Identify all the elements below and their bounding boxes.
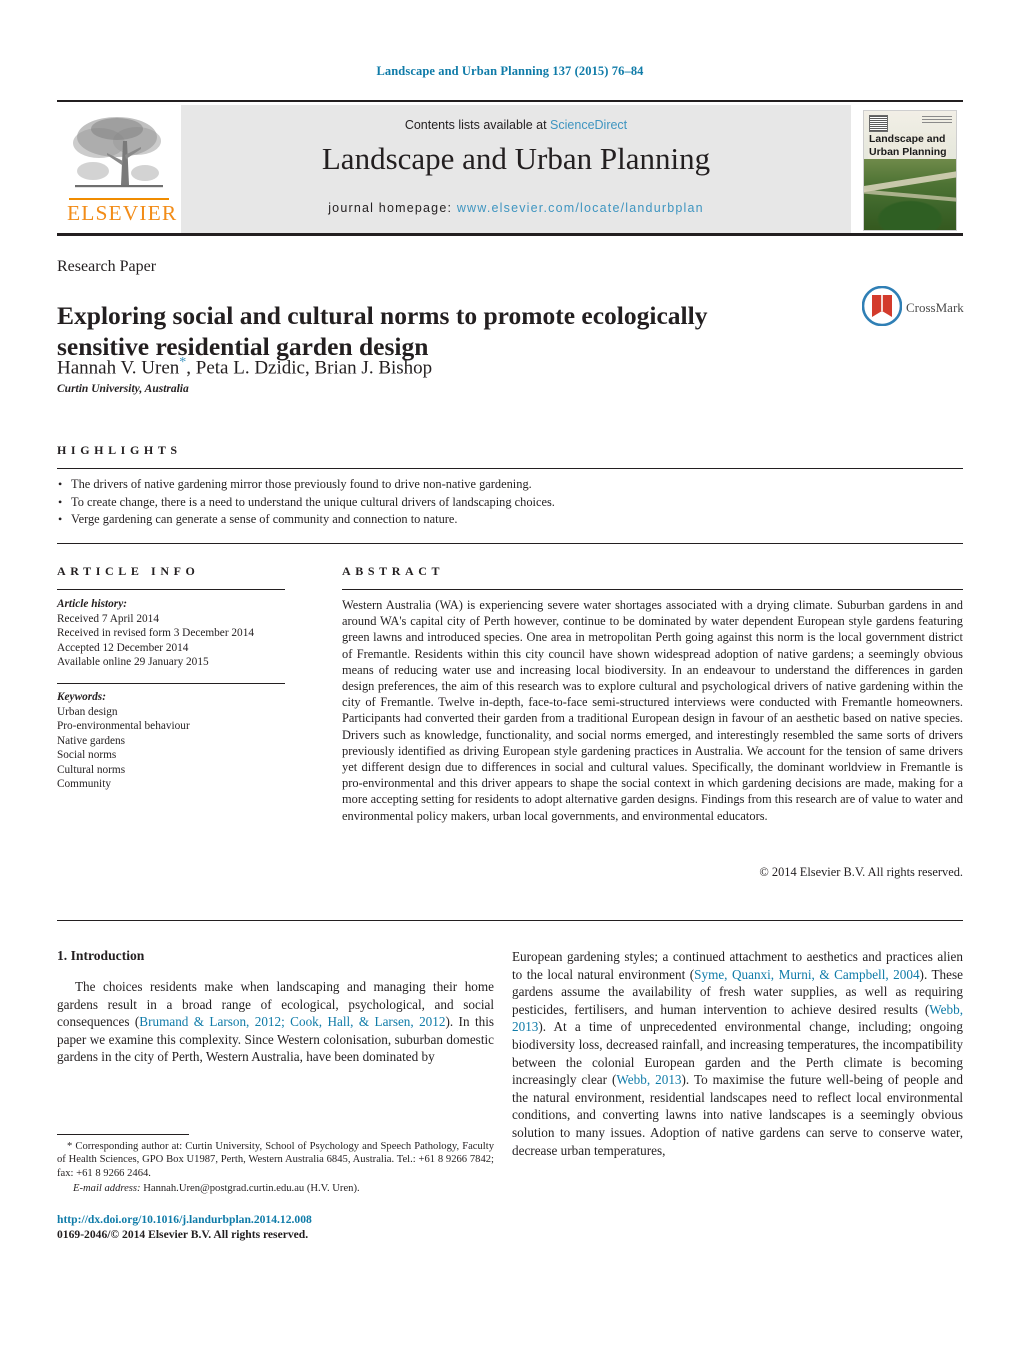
body-column-left: 1. Introduction The choices residents ma… xyxy=(57,948,494,1066)
keyword-item: Community xyxy=(57,778,111,790)
article-info-heading: ARTICLE INFO xyxy=(57,564,200,578)
cover-title-line2: Urban Planning xyxy=(868,146,948,159)
journal-cover-thumbnail: Landscape and Urban Planning xyxy=(851,105,963,233)
elsevier-tree-icon xyxy=(73,117,163,188)
page-title: Exploring social and cultural norms to p… xyxy=(57,301,708,362)
crossmark-icon xyxy=(862,286,902,326)
doi-link[interactable]: http://dx.doi.org/10.1016/j.landurbplan.… xyxy=(57,1212,494,1227)
intro-paragraph-left: The choices residents make when landscap… xyxy=(57,978,494,1066)
sciencedirect-link[interactable]: ScienceDirect xyxy=(550,118,627,132)
elsevier-logo: ELSEVIER xyxy=(57,105,181,233)
body-column-right: European gardening styles; a continued a… xyxy=(512,948,963,1159)
crossmark-badge[interactable]: CrossMark xyxy=(862,286,964,330)
citation-link[interactable]: Brumand & Larson, 2012; Cook, Hall, & La… xyxy=(139,1014,445,1029)
journal-title: Landscape and Urban Planning xyxy=(321,141,711,176)
contents-prefix: Contents lists available at xyxy=(404,118,551,132)
history-online: Available online 29 January 2015 xyxy=(57,656,209,668)
footnote-block: * Corresponding author at: Curtin Univer… xyxy=(57,1140,494,1196)
contents-line: Contents lists available at ScienceDirec… xyxy=(181,118,851,132)
keyword-item: Urban design xyxy=(57,705,118,718)
highlights-list: The drivers of native gardening mirror t… xyxy=(57,476,963,529)
email-line: E-mail address: Hannah.Uren@postgrad.cur… xyxy=(57,1182,494,1195)
list-item: The drivers of native gardening mirror t… xyxy=(57,476,963,494)
abstract-bottom-rule xyxy=(57,920,963,921)
article-info-rule xyxy=(57,589,285,590)
affiliation: Curtin University, Australia xyxy=(57,383,189,395)
cover-image: Landscape and Urban Planning xyxy=(863,110,957,231)
keywords-label: Keywords: xyxy=(57,691,106,703)
article-history-label: Article history: xyxy=(57,598,127,610)
issn-copyright: 0169-2046/© 2014 Elsevier B.V. All right… xyxy=(57,1228,309,1241)
cover-title-line1: Landscape and xyxy=(868,133,947,146)
email-link[interactable]: Hannah.Uren@postgrad.curtin.edu.au xyxy=(143,1183,304,1194)
corresponding-author-note: * Corresponding author at: Curtin Univer… xyxy=(57,1141,494,1179)
abstract-heading: ABSTRACT xyxy=(342,564,445,578)
crossmark-label: CrossMark xyxy=(906,300,964,315)
article-history: Article history: Received 7 April 2014 R… xyxy=(57,597,297,670)
section-heading-introduction: 1. Introduction xyxy=(57,948,145,963)
abstract-text: Western Australia (WA) is experiencing s… xyxy=(342,598,963,823)
footnote-rule xyxy=(57,1134,189,1135)
intro-paragraph-right: European gardening styles; a continued a… xyxy=(512,948,963,1159)
list-item: To create change, there is a need to und… xyxy=(57,494,963,512)
cover-elsevier-mark-icon xyxy=(869,115,888,132)
keyword-item: Social norms xyxy=(57,749,117,761)
author-rest: , Peta L. Dzidic, Brian J. Bishop xyxy=(186,357,433,379)
journal-masthead: ELSEVIER Contents lists available at Sci… xyxy=(57,100,963,236)
history-revised: Received in revised form 3 December 2014 xyxy=(57,627,254,639)
homepage-url-link[interactable]: www.elsevier.com/locate/landurbplan xyxy=(457,201,704,215)
history-accepted: Accepted 12 December 2014 xyxy=(57,641,189,654)
journal-banner: Contents lists available at ScienceDirec… xyxy=(181,105,851,233)
elsevier-wordmark: ELSEVIER xyxy=(67,201,178,225)
author-list: Hannah V. Uren*, Peta L. Dzidic, Brian J… xyxy=(57,355,817,379)
cover-title: Landscape and Urban Planning xyxy=(868,133,954,159)
elsevier-divider xyxy=(69,198,169,200)
email-suffix: (H.V. Uren). xyxy=(306,1183,360,1195)
homepage-label: journal homepage: xyxy=(328,201,457,215)
running-head: Landscape and Urban Planning 137 (2015) … xyxy=(376,64,644,78)
author-first: Hannah V. Uren xyxy=(57,357,180,379)
article-type-label: Research Paper xyxy=(57,258,157,275)
keyword-item: Pro-environmental behaviour xyxy=(57,720,190,732)
keyword-item: Cultural norms xyxy=(57,763,126,776)
citation-link[interactable]: Webb, 2013 xyxy=(616,1072,681,1087)
highlights-rule-bottom xyxy=(57,543,963,544)
journal-homepage-line: journal homepage: www.elsevier.com/locat… xyxy=(181,201,851,215)
journal-article-page: Landscape and Urban Planning 137 (2015) … xyxy=(0,0,1020,1351)
highlights-rule-top xyxy=(57,468,963,469)
citation-link[interactable]: Syme, Quanxi, Murni, & Campbell, 2004 xyxy=(694,967,919,982)
history-received: Received 7 April 2014 xyxy=(57,612,159,625)
keyword-item: Native gardens xyxy=(57,734,126,747)
abstract-rule xyxy=(342,589,963,590)
keywords-block: Keywords: Urban design Pro-environmental… xyxy=(57,690,297,792)
highlights-heading: HIGHLIGHTS xyxy=(57,443,182,457)
keywords-rule xyxy=(57,683,285,684)
abstract-copyright: © 2014 Elsevier B.V. All rights reserved… xyxy=(759,865,963,879)
list-item: Verge gardening can generate a sense of … xyxy=(57,511,963,529)
email-label: E-mail address: xyxy=(73,1183,141,1195)
cover-issue-text xyxy=(922,116,952,124)
